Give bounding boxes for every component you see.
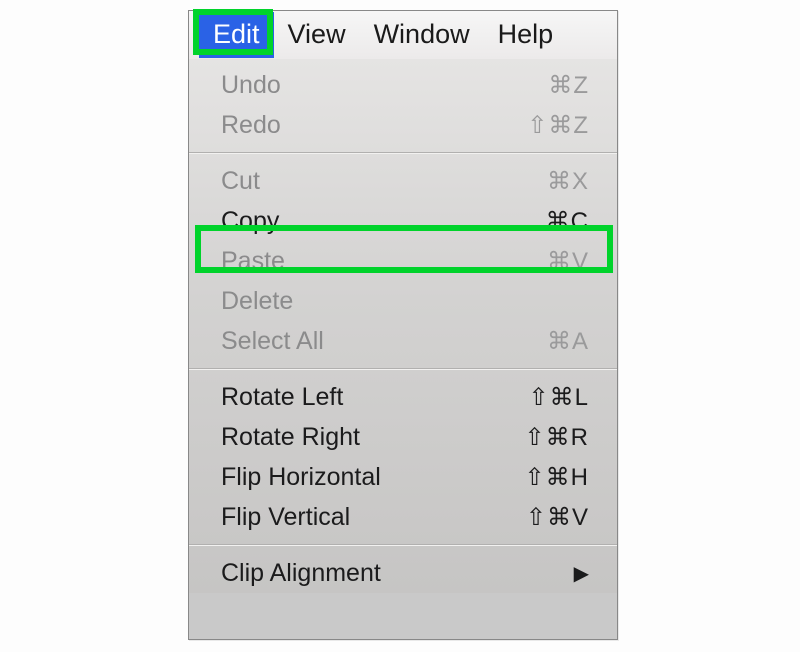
menu-flip-vertical[interactable]: Flip Vertical ⇧⌘V <box>189 497 617 537</box>
menu-rotate-left-shortcut: ⇧⌘L <box>529 383 589 412</box>
menu-copy-label: Copy <box>221 207 279 236</box>
menu-cut-shortcut: ⌘X <box>547 167 589 196</box>
menubar-edit[interactable]: Edit <box>199 12 274 58</box>
menu-select-all[interactable]: Select All ⌘A <box>189 321 617 361</box>
menu-paste-shortcut: ⌘V <box>547 247 589 276</box>
menu-delete[interactable]: Delete <box>189 281 617 321</box>
menubar-view[interactable]: View <box>274 12 360 58</box>
menubar-window[interactable]: Window <box>360 12 484 58</box>
menu-select-all-shortcut: ⌘A <box>547 327 589 356</box>
menu-rotate-left-label: Rotate Left <box>221 383 343 412</box>
menu-flip-horizontal-label: Flip Horizontal <box>221 463 381 492</box>
menu-rotate-right[interactable]: Rotate Right ⇧⌘R <box>189 417 617 457</box>
menu-flip-horizontal-shortcut: ⇧⌘H <box>525 463 589 492</box>
menu-rotate-right-shortcut: ⇧⌘R <box>525 423 589 452</box>
menu-undo-label: Undo <box>221 71 281 100</box>
edit-dropdown: Undo ⌘Z Redo ⇧⌘Z Cut ⌘X Copy ⌘C Paste ⌘V… <box>189 59 617 593</box>
menu-clip-alignment-label: Clip Alignment <box>221 559 381 588</box>
menu-cut[interactable]: Cut ⌘X <box>189 161 617 201</box>
menu-select-all-label: Select All <box>221 327 324 356</box>
menu-delete-label: Delete <box>221 287 293 316</box>
menu-paste[interactable]: Paste ⌘V <box>189 241 617 281</box>
menu-copy-shortcut: ⌘C <box>546 207 589 236</box>
menu-undo-shortcut: ⌘Z <box>548 71 589 100</box>
separator-1 <box>189 152 617 154</box>
submenu-arrow-icon: ▶ <box>574 561 589 586</box>
menu-rotate-right-label: Rotate Right <box>221 423 360 452</box>
menu-redo-shortcut: ⇧⌘Z <box>527 111 589 140</box>
menubar-help[interactable]: Help <box>484 12 568 58</box>
menu-clip-alignment[interactable]: Clip Alignment ▶ <box>189 553 617 593</box>
menu-rotate-left[interactable]: Rotate Left ⇧⌘L <box>189 377 617 417</box>
menu-flip-vertical-shortcut: ⇧⌘V <box>526 503 589 532</box>
menu-redo[interactable]: Redo ⇧⌘Z <box>189 105 617 145</box>
menu-undo[interactable]: Undo ⌘Z <box>189 65 617 105</box>
menu-flip-horizontal[interactable]: Flip Horizontal ⇧⌘H <box>189 457 617 497</box>
menu-cut-label: Cut <box>221 167 260 196</box>
separator-2 <box>189 368 617 370</box>
separator-3 <box>189 544 617 546</box>
menu-copy[interactable]: Copy ⌘C <box>189 201 617 241</box>
menu-redo-label: Redo <box>221 111 281 140</box>
menu-flip-vertical-label: Flip Vertical <box>221 503 350 532</box>
menu-paste-label: Paste <box>221 247 285 276</box>
menubar: Edit View Window Help <box>189 11 617 59</box>
menu-frame: Edit View Window Help Undo ⌘Z Redo ⇧⌘Z C… <box>188 10 618 640</box>
